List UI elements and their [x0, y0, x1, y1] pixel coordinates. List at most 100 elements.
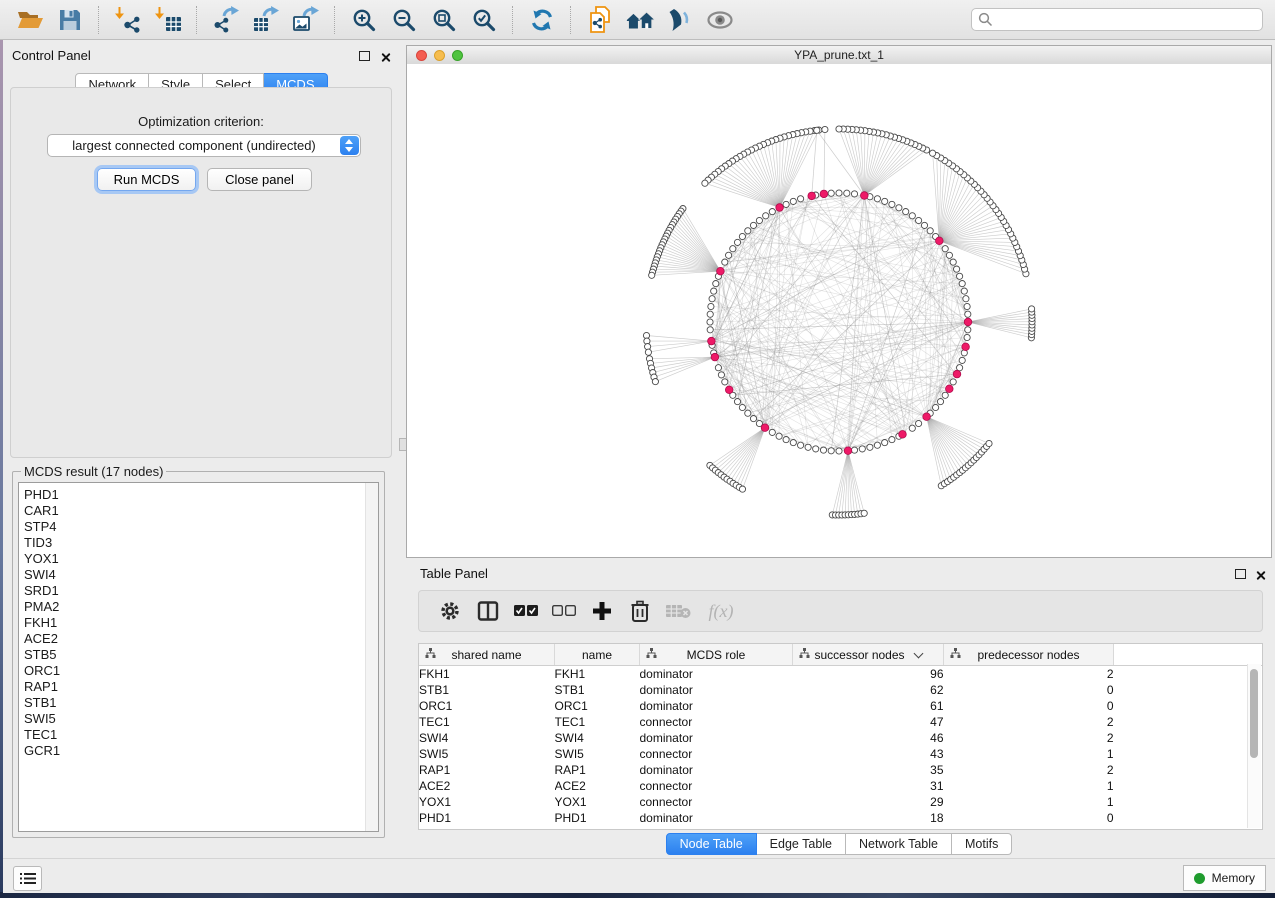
table-row[interactable]: YOX1YOX1connector291: [419, 794, 1262, 810]
refresh-layout-button[interactable]: [527, 5, 557, 35]
export-table-button[interactable]: [251, 5, 281, 35]
close-table-panel-icon[interactable]: [1255, 570, 1266, 581]
result-list-item[interactable]: STB5: [19, 647, 378, 663]
table-scrollbar[interactable]: [1247, 664, 1261, 828]
task-history-button[interactable]: [13, 866, 42, 891]
result-list-item[interactable]: ACE2: [19, 631, 378, 647]
result-list-item[interactable]: STB1: [19, 695, 378, 711]
function-builder-button[interactable]: f(x): [701, 596, 741, 626]
cell-mcds-role[interactable]: dominator: [640, 730, 793, 746]
column-header-successor-nodes[interactable]: successor nodes: [793, 644, 944, 666]
table-row[interactable]: SWI4SWI4dominator462: [419, 730, 1262, 746]
close-panel-button[interactable]: Close panel: [207, 168, 312, 191]
cell-successor-nodes[interactable]: 29: [793, 794, 944, 810]
cell-name[interactable]: TEC1: [555, 714, 640, 730]
table-scrollbar-thumb[interactable]: [1250, 669, 1258, 758]
cell-name[interactable]: RAP1: [555, 762, 640, 778]
cell-shared-name[interactable]: SWI4: [419, 730, 555, 746]
table-row[interactable]: ACE2ACE2connector311: [419, 778, 1262, 794]
memory-button[interactable]: Memory: [1183, 865, 1266, 891]
cell-mcds-role[interactable]: dominator: [640, 810, 793, 826]
column-header-shared-name[interactable]: shared name: [419, 644, 555, 666]
table-row[interactable]: STB1STB1dominator620: [419, 682, 1262, 698]
cell-successor-nodes[interactable]: 46: [793, 730, 944, 746]
delete-column-button[interactable]: [625, 596, 655, 626]
delete-table-button[interactable]: [663, 596, 693, 626]
cell-successor-nodes[interactable]: 61: [793, 698, 944, 714]
add-column-button[interactable]: [587, 596, 617, 626]
zoom-in-button[interactable]: [349, 5, 379, 35]
hide-graphics-details-button[interactable]: [665, 5, 695, 35]
cell-name[interactable]: ACE2: [555, 778, 640, 794]
table-settings-button[interactable]: [435, 596, 465, 626]
export-image-button[interactable]: [291, 5, 321, 35]
cell-predecessor-nodes[interactable]: 1: [944, 778, 1114, 794]
cell-mcds-role[interactable]: dominator: [640, 666, 793, 683]
cell-predecessor-nodes[interactable]: 0: [944, 682, 1114, 698]
cell-shared-name[interactable]: STB1: [419, 682, 555, 698]
result-list-item[interactable]: FKH1: [19, 615, 378, 631]
close-panel-icon[interactable]: [380, 52, 391, 63]
export-network-button[interactable]: [211, 5, 241, 35]
tab-network-table[interactable]: Network Table: [846, 833, 952, 855]
cell-name[interactable]: PHD1: [555, 810, 640, 826]
cell-mcds-role[interactable]: connector: [640, 714, 793, 730]
cell-successor-nodes[interactable]: 47: [793, 714, 944, 730]
show-hide-panel-button[interactable]: [705, 5, 735, 35]
result-list-item[interactable]: PMA2: [19, 599, 378, 615]
result-list-item[interactable]: TID3: [19, 535, 378, 551]
cell-successor-nodes[interactable]: 31: [793, 778, 944, 794]
show-welcome-button[interactable]: [625, 5, 655, 35]
table-row[interactable]: SWI5SWI5connector431: [419, 746, 1262, 762]
cell-name[interactable]: SWI5: [555, 746, 640, 762]
cell-name[interactable]: SWI4: [555, 730, 640, 746]
table-row[interactable]: ORC1ORC1dominator610: [419, 698, 1262, 714]
deselect-all-button[interactable]: [549, 596, 579, 626]
cell-shared-name[interactable]: ORC1: [419, 698, 555, 714]
table-row[interactable]: PHD1PHD1dominator180: [419, 810, 1262, 826]
network-canvas[interactable]: [407, 64, 1271, 557]
result-list-item[interactable]: PHD1: [19, 487, 378, 503]
cell-name[interactable]: FKH1: [555, 666, 640, 683]
open-session-button[interactable]: [15, 5, 45, 35]
split-columns-button[interactable]: [473, 596, 503, 626]
result-list-item[interactable]: TEC1: [19, 727, 378, 743]
zoom-selected-button[interactable]: [469, 5, 499, 35]
cell-successor-nodes[interactable]: 18: [793, 810, 944, 826]
select-all-button[interactable]: [511, 596, 541, 626]
tab-motifs[interactable]: Motifs: [952, 833, 1012, 855]
result-list-item[interactable]: ORC1: [19, 663, 378, 679]
zoom-fit-button[interactable]: [429, 5, 459, 35]
cell-successor-nodes[interactable]: 35: [793, 762, 944, 778]
import-network-button[interactable]: [113, 5, 143, 35]
cell-shared-name[interactable]: PHD1: [419, 810, 555, 826]
result-list-item[interactable]: SWI5: [19, 711, 378, 727]
float-table-panel-icon[interactable]: [1235, 569, 1246, 579]
result-list-item[interactable]: YOX1: [19, 551, 378, 567]
duplicate-network-button[interactable]: [585, 5, 615, 35]
cell-shared-name[interactable]: SWI5: [419, 746, 555, 762]
column-header-predecessor-nodes[interactable]: predecessor nodes: [944, 644, 1114, 666]
search-input[interactable]: [993, 12, 1262, 28]
cell-predecessor-nodes[interactable]: 2: [944, 666, 1114, 683]
cell-successor-nodes[interactable]: 43: [793, 746, 944, 762]
cell-predecessor-nodes[interactable]: 2: [944, 714, 1114, 730]
column-header-name[interactable]: name: [555, 644, 640, 666]
close-window-icon[interactable]: [416, 50, 427, 61]
table-row[interactable]: TEC1TEC1connector472: [419, 714, 1262, 730]
result-list-item[interactable]: RAP1: [19, 679, 378, 695]
cell-shared-name[interactable]: RAP1: [419, 762, 555, 778]
save-session-button[interactable]: [55, 5, 85, 35]
column-header-mcds-role[interactable]: MCDS role: [640, 644, 793, 666]
cell-predecessor-nodes[interactable]: 1: [944, 746, 1114, 762]
cell-shared-name[interactable]: YOX1: [419, 794, 555, 810]
result-list-item[interactable]: GCR1: [19, 743, 378, 759]
cell-successor-nodes[interactable]: 96: [793, 666, 944, 683]
cell-shared-name[interactable]: FKH1: [419, 666, 555, 683]
cell-name[interactable]: YOX1: [555, 794, 640, 810]
search-box[interactable]: [971, 8, 1263, 31]
result-list-scrollbar[interactable]: [365, 483, 378, 831]
result-list-item[interactable]: STP4: [19, 519, 378, 535]
zoom-out-button[interactable]: [389, 5, 419, 35]
cell-mcds-role[interactable]: connector: [640, 778, 793, 794]
